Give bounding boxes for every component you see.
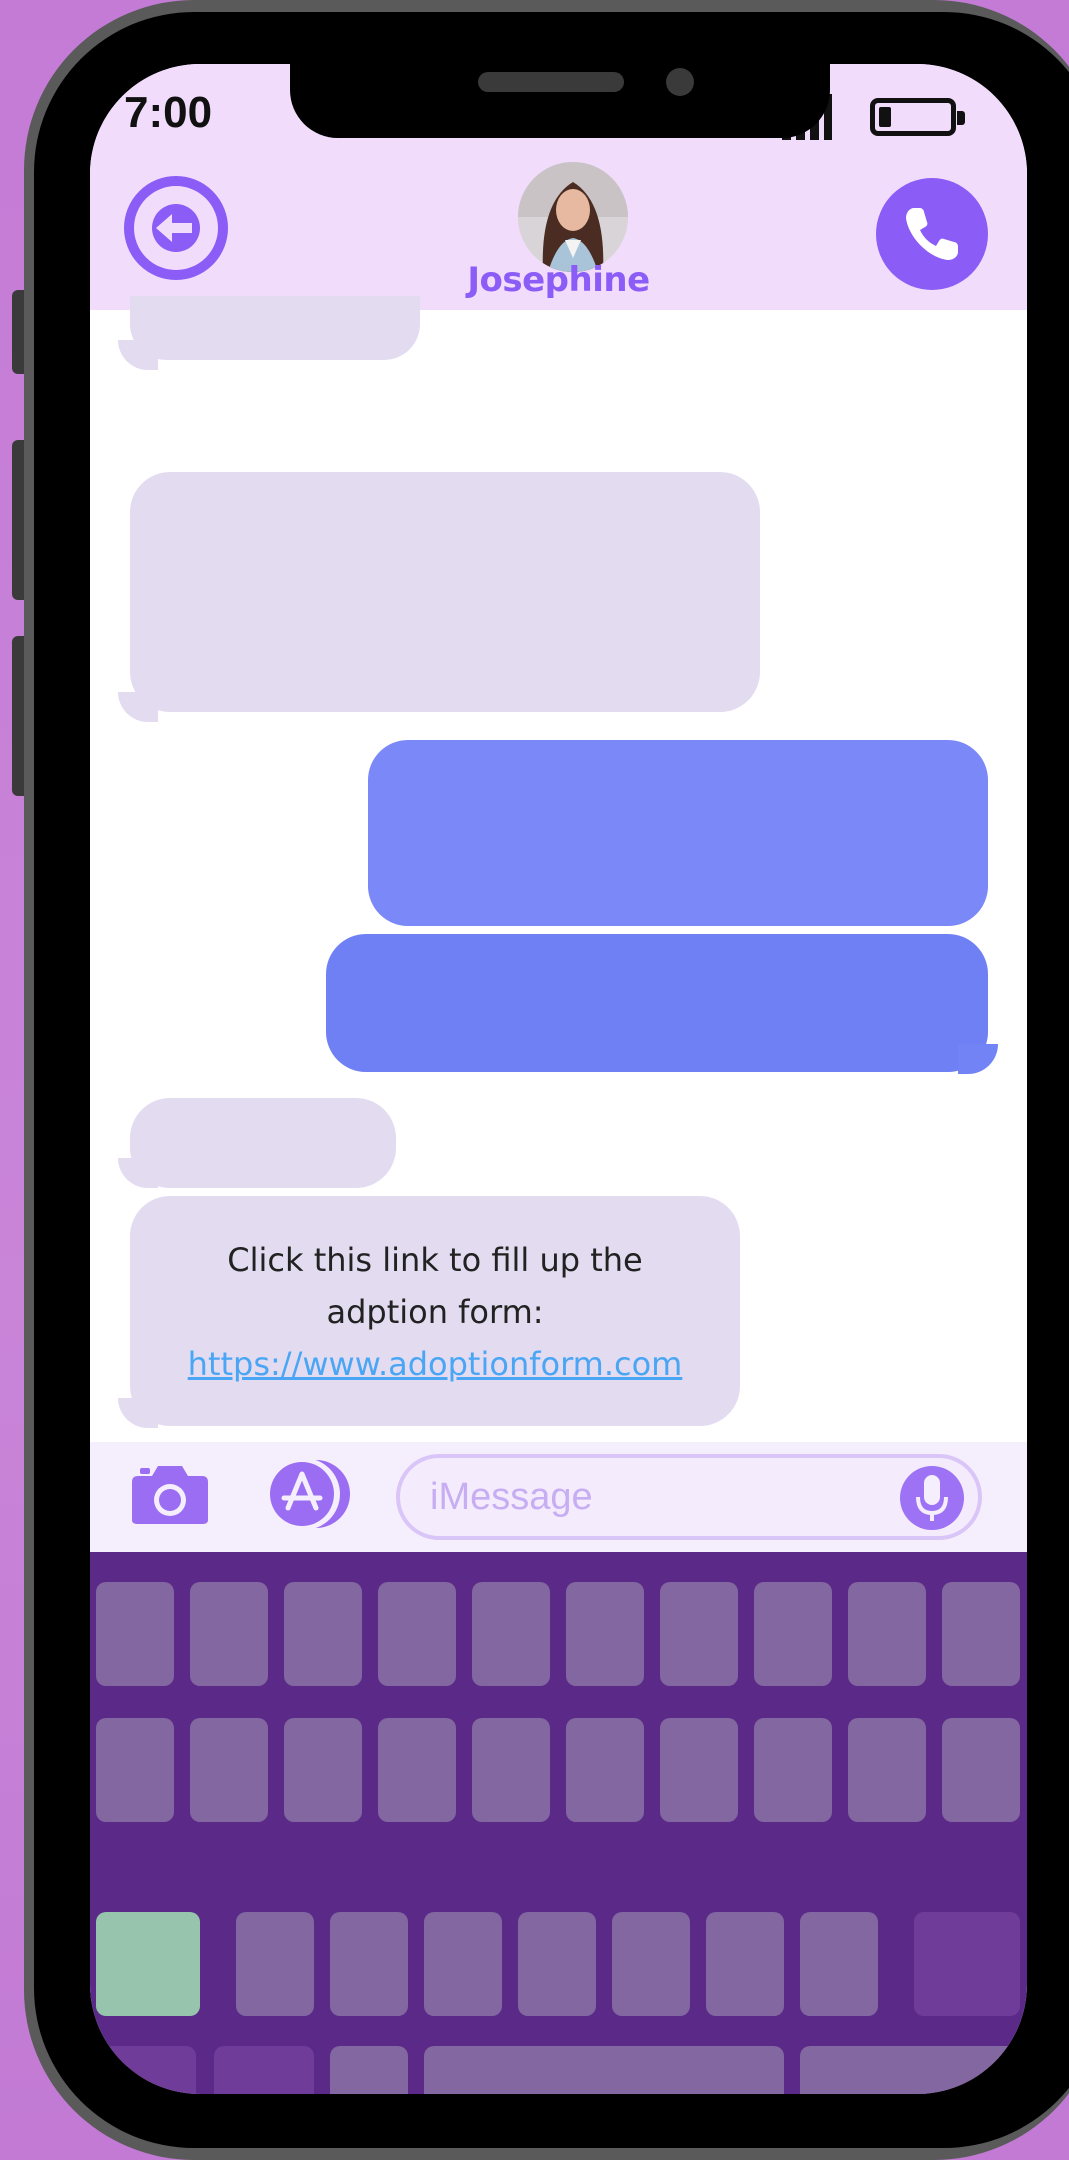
bubble-tail	[118, 692, 158, 722]
camera-icon[interactable]	[130, 1464, 210, 1526]
keyboard-key[interactable]	[190, 1718, 268, 1822]
bubble-tail	[118, 1398, 158, 1428]
bubble-tail	[118, 340, 158, 370]
keyboard-key[interactable]	[378, 1582, 456, 1686]
microphone-button[interactable]	[900, 1466, 964, 1530]
compose-bar: iMessage	[90, 1442, 1027, 1552]
keyboard-key[interactable]	[754, 1718, 832, 1822]
keyboard-key[interactable]	[330, 1912, 408, 2016]
status-time: 7:00	[124, 88, 213, 137]
keyboard-key[interactable]	[378, 1718, 456, 1822]
keyboard-key[interactable]	[660, 1582, 738, 1686]
return-key[interactable]	[800, 2046, 1020, 2094]
message-text-line: Click this link to fill up the	[227, 1241, 643, 1279]
avatar-photo	[518, 162, 628, 272]
keyboard-key[interactable]	[518, 1912, 596, 2016]
message-bubble-outgoing[interactable]	[326, 934, 988, 1072]
speaker-grill	[478, 72, 624, 92]
message-bubble-incoming[interactable]	[130, 296, 420, 360]
keyboard-key[interactable]	[612, 1912, 690, 2016]
keyboard-key[interactable]	[284, 1582, 362, 1686]
dictation-key[interactable]	[330, 2046, 408, 2094]
keyboard-key[interactable]	[424, 1912, 502, 2016]
phone-screen: 7:00 Josephine Click this link to fill u…	[90, 64, 1027, 2094]
keyboard-key[interactable]	[942, 1718, 1020, 1822]
message-text-line: adption form:	[326, 1293, 544, 1331]
keyboard-key[interactable]	[472, 1582, 550, 1686]
keyboard-key[interactable]	[754, 1582, 832, 1686]
battery-icon	[870, 98, 965, 136]
keyboard-key[interactable]	[96, 1582, 174, 1686]
keyboard-key[interactable]	[236, 1912, 314, 2016]
phone-icon	[906, 208, 958, 260]
keyboard-key[interactable]	[848, 1718, 926, 1822]
imessage-input[interactable]: iMessage	[396, 1454, 982, 1540]
keyboard-key[interactable]	[96, 1718, 174, 1822]
keyboard-key[interactable]	[706, 1912, 784, 2016]
bubble-tail	[118, 1158, 158, 1188]
keyboard-key[interactable]	[942, 1582, 1020, 1686]
keyboard-key[interactable]	[190, 1582, 268, 1686]
keyboard-key[interactable]	[566, 1582, 644, 1686]
adoption-form-link[interactable]: https://www.adoptionform.com	[130, 1338, 740, 1390]
keyboard-key[interactable]	[848, 1582, 926, 1686]
message-bubble-outgoing[interactable]	[368, 740, 988, 926]
keyboard-key[interactable]	[566, 1718, 644, 1822]
back-arrow-icon	[152, 204, 200, 252]
imessage-placeholder: iMessage	[430, 1476, 593, 1518]
microphone-icon	[916, 1475, 948, 1521]
camera-notch	[290, 64, 830, 138]
message-text: Click this link to fill up the adption f…	[130, 1234, 740, 1390]
keyboard-key[interactable]	[660, 1718, 738, 1822]
emoji-key[interactable]	[214, 2046, 314, 2094]
space-key[interactable]	[424, 2046, 784, 2094]
shift-key[interactable]	[96, 1912, 200, 2016]
message-bubble-incoming[interactable]	[130, 1098, 396, 1188]
conversation-header: 7:00 Josephine	[90, 64, 1027, 310]
delete-key[interactable]	[914, 1912, 1020, 2016]
numbers-key[interactable]	[96, 2046, 196, 2094]
front-camera	[666, 68, 694, 96]
message-bubble-link[interactable]: Click this link to fill up the adption f…	[130, 1196, 740, 1426]
bubble-tail	[958, 1044, 998, 1074]
keyboard-key[interactable]	[284, 1718, 362, 1822]
keyboard	[90, 1552, 1027, 2094]
message-bubble-incoming[interactable]	[130, 472, 760, 712]
keyboard-key[interactable]	[800, 1912, 878, 2016]
contact-avatar[interactable]	[518, 162, 628, 272]
call-button[interactable]	[876, 178, 988, 290]
app-store-icon[interactable]	[262, 1458, 354, 1530]
keyboard-key[interactable]	[472, 1718, 550, 1822]
